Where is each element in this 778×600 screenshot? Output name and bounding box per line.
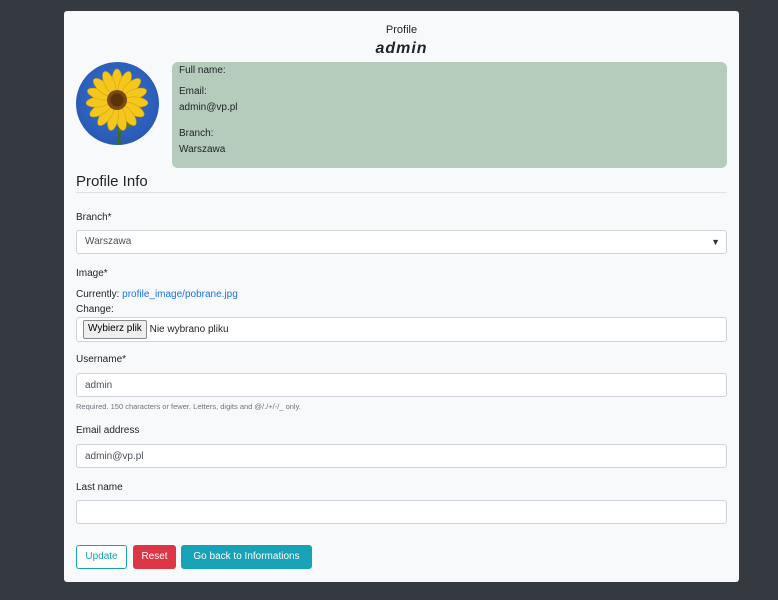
email-label: Email: bbox=[179, 86, 207, 97]
avatar bbox=[76, 62, 159, 145]
branch-label: Branch: bbox=[179, 128, 214, 139]
username-field-label: Username* bbox=[76, 354, 127, 365]
go-back-button[interactable]: Go back to Informations bbox=[181, 545, 312, 569]
no-file-chosen-text: Nie wybrano pliku bbox=[149, 324, 229, 335]
image-field-label: Image* bbox=[76, 268, 108, 279]
branch-select[interactable]: Warszawa ▼ bbox=[76, 230, 727, 254]
profile-card: Profile admin Full name: Email: admin@vp… bbox=[64, 11, 739, 582]
reset-button[interactable]: Reset bbox=[133, 545, 176, 569]
profile-username-heading: admin bbox=[375, 40, 428, 57]
full-name-label: Full name: bbox=[179, 65, 226, 76]
image-change-label: Change: bbox=[76, 304, 114, 315]
branch-select-value: Warszawa bbox=[85, 236, 132, 247]
branch-field-label: Branch* bbox=[76, 212, 112, 223]
username-help-text: Required. 150 characters or fewer. Lette… bbox=[76, 402, 301, 411]
image-file-input[interactable]: Wybierz plik Nie wybrano pliku bbox=[76, 317, 727, 342]
profile-info-box: Full name: Email: admin@vp.pl Branch: Wa… bbox=[172, 62, 727, 168]
email-value: admin@vp.pl bbox=[179, 102, 238, 113]
section-title: Profile Info bbox=[76, 173, 148, 190]
image-currently-label: Currently: bbox=[76, 289, 120, 300]
branch-value: Warszawa bbox=[179, 144, 226, 155]
update-button[interactable]: Update bbox=[76, 545, 127, 569]
last-name-field-label: Last name bbox=[76, 482, 123, 493]
email-input[interactable] bbox=[76, 444, 727, 468]
choose-file-button[interactable]: Wybierz plik bbox=[83, 319, 147, 339]
sunflower-image bbox=[85, 68, 149, 145]
last-name-input[interactable] bbox=[76, 500, 727, 524]
image-current-row: Currently: profile_image/pobrane.jpg bbox=[76, 289, 238, 300]
username-input[interactable] bbox=[76, 373, 727, 397]
profile-header-label: Profile bbox=[385, 24, 418, 36]
current-image-link[interactable]: profile_image/pobrane.jpg bbox=[122, 289, 238, 300]
email-field-label: Email address bbox=[76, 425, 140, 436]
divider bbox=[76, 192, 727, 193]
chevron-down-icon: ▼ bbox=[711, 237, 720, 247]
